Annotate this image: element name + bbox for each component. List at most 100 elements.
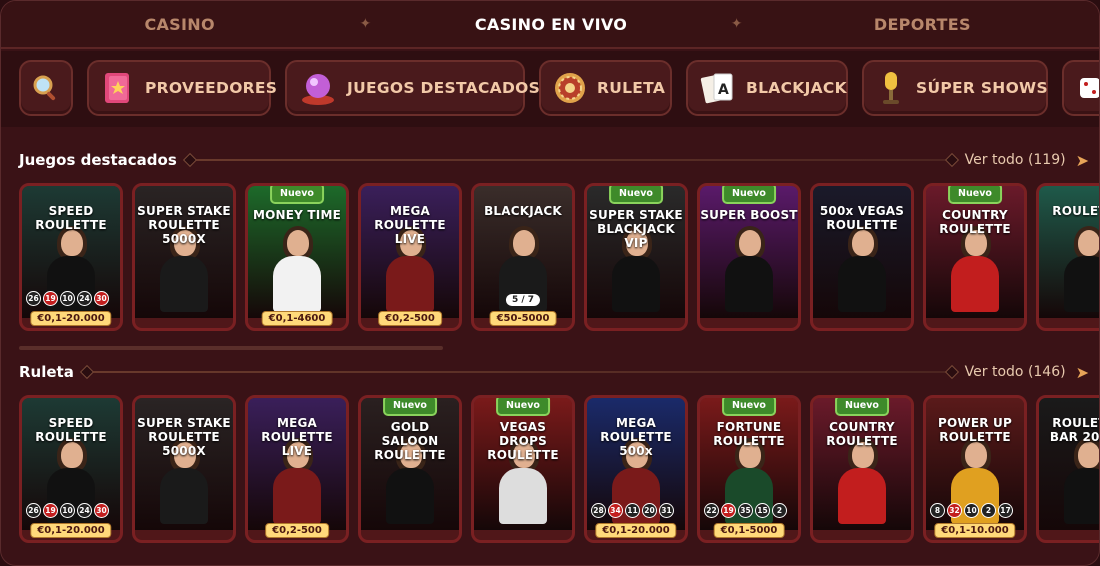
game-title: VEGAS DROPS ROULETTE bbox=[487, 420, 559, 462]
app-frame: CASINO ✦ CASINO EN VIVO ✦ DEPORTES PROVE… bbox=[0, 0, 1100, 566]
result-number: 10 bbox=[60, 291, 75, 306]
view-all-link[interactable]: Ver todo (119) bbox=[965, 152, 1066, 168]
bet-range: €0,1-10.000 bbox=[934, 523, 1016, 538]
tab-casino[interactable]: CASINO bbox=[1, 15, 358, 34]
category-ruleta[interactable]: RULETA bbox=[539, 60, 672, 116]
result-number: 24 bbox=[77, 291, 92, 306]
game-card[interactable]: BLACKJACK 5 / 7 €50-5000 bbox=[471, 183, 575, 331]
game-card[interactable]: 500x VEGAS ROULETTE bbox=[810, 183, 914, 331]
result-number: 8 bbox=[930, 503, 945, 518]
category-proveedores[interactable]: PROVEEDORES bbox=[87, 60, 277, 116]
category-super-shows[interactable]: SÚPER SHOWS bbox=[862, 60, 1048, 116]
new-badge: Nuevo bbox=[948, 186, 1002, 204]
game-title: ROULETTE BAR 2000X bbox=[1049, 416, 1100, 444]
result-number: 10 bbox=[964, 503, 979, 518]
game-title: GOLD SALOON ROULETTE bbox=[374, 420, 446, 462]
game-card[interactable]: SUPER STAKE ROULETTE 5000X bbox=[132, 183, 236, 331]
new-badge: Nuevo bbox=[722, 398, 776, 416]
result-number: 20 bbox=[642, 503, 657, 518]
category-juegos-destacados[interactable]: JUEGOS DESTACADOS bbox=[285, 60, 540, 116]
tab-deportes[interactable]: DEPORTES bbox=[744, 15, 1099, 34]
bet-range: €50-5000 bbox=[489, 311, 557, 326]
result-number: 34 bbox=[608, 503, 623, 518]
svg-text:A: A bbox=[718, 82, 729, 98]
scrollbar[interactable] bbox=[19, 346, 443, 350]
game-title: MEGA ROULETTE LIVE bbox=[261, 416, 333, 458]
result-number: 19 bbox=[721, 503, 736, 518]
section-divider bbox=[188, 159, 953, 161]
result-number: 26 bbox=[26, 503, 41, 518]
game-title: SPEED ROULETTE bbox=[35, 204, 107, 232]
bet-range: €0,2-500 bbox=[265, 523, 329, 538]
game-title: MEGA ROULETTE LIVE bbox=[374, 204, 446, 246]
new-badge: Nuevo bbox=[270, 186, 324, 204]
new-badge: Nuevo bbox=[722, 186, 776, 204]
new-badge: Nuevo bbox=[835, 398, 889, 416]
section-title: Juegos destacados bbox=[19, 151, 177, 169]
section-title: Ruleta bbox=[19, 363, 74, 381]
recent-results: 8 32 10 2 17 bbox=[930, 503, 1013, 518]
search-icon bbox=[31, 73, 61, 103]
game-title: POWER UP ROULETTE bbox=[938, 416, 1012, 444]
result-number: 26 bbox=[26, 291, 41, 306]
category-label: BLACKJACK bbox=[746, 79, 847, 97]
game-card[interactable]: MEGA ROULETTE LIVE €0,2-500 bbox=[245, 395, 349, 543]
game-card[interactable]: FORTUNE ROULETTE Nuevo 22 19 35 15 2 €0,1-5000 bbox=[697, 395, 801, 543]
game-card[interactable]: GOLD SALOON ROULETTE Nuevo bbox=[358, 395, 462, 543]
search-button[interactable] bbox=[19, 60, 73, 116]
dealer-image bbox=[947, 226, 1003, 312]
game-title: ROULETTE bbox=[1052, 204, 1099, 218]
result-number: 15 bbox=[755, 503, 770, 518]
game-title: BLACKJACK bbox=[484, 204, 562, 218]
game-card[interactable]: SUPER STAKE ROULETTE 5000X bbox=[132, 395, 236, 543]
roulette-wheel-icon bbox=[553, 71, 587, 105]
game-card[interactable]: MONEY TIME Nuevo €0,1-4600 bbox=[245, 183, 349, 331]
category-label: JUEGOS DESTACADOS bbox=[347, 79, 541, 97]
bet-range: €0,1-4600 bbox=[261, 311, 333, 326]
result-number: 31 bbox=[659, 503, 674, 518]
recent-results: 28 34 11 20 31 bbox=[591, 503, 674, 518]
game-card[interactable]: MEGA ROULETTE LIVE €0,2-500 bbox=[358, 183, 462, 331]
result-number: 30 bbox=[94, 291, 109, 306]
arrow-right-icon[interactable]: ➤ bbox=[1076, 363, 1089, 382]
bet-range: €0,1-20.000 bbox=[30, 311, 112, 326]
game-card[interactable]: VEGAS DROPS ROULETTE Nuevo bbox=[471, 395, 575, 543]
category-bar: PROVEEDORES JUEGOS DESTACADOS RULETA A B… bbox=[1, 51, 1099, 127]
game-title: SUPER BOOST bbox=[700, 208, 798, 222]
game-card[interactable]: COUNTRY ROULETTE Nuevo bbox=[923, 183, 1027, 331]
dealer-image bbox=[1060, 226, 1099, 312]
diamond-separator-icon: ✦ bbox=[730, 16, 743, 32]
game-card[interactable]: SUPER STAKE BLACKJACK VIP Nuevo bbox=[584, 183, 688, 331]
result-number: 19 bbox=[43, 503, 58, 518]
dealer-image bbox=[269, 226, 325, 312]
result-number: 11 bbox=[625, 503, 640, 518]
arrow-right-icon[interactable]: ➤ bbox=[1076, 151, 1089, 170]
game-title: MONEY TIME bbox=[252, 208, 342, 222]
game-card[interactable]: SPEED ROULETTE 26 19 10 24 30 €0,1-20.000 bbox=[19, 395, 123, 543]
game-card[interactable]: POWER UP ROULETTE 8 32 10 2 17 €0,1-10.000 bbox=[923, 395, 1027, 543]
result-number: 10 bbox=[60, 503, 75, 518]
result-number: 24 bbox=[77, 503, 92, 518]
category-more[interactable] bbox=[1062, 60, 1099, 116]
section-header-ruleta: Ruleta Ver todo (146) ➤ bbox=[19, 360, 1089, 384]
game-card[interactable]: ROULETTE BAR 2000X bbox=[1036, 395, 1100, 543]
crystal-ball-icon bbox=[299, 70, 337, 106]
recent-results: 22 19 35 15 2 bbox=[704, 503, 787, 518]
category-label: SÚPER SHOWS bbox=[916, 79, 1048, 97]
view-all-link[interactable]: Ver todo (146) bbox=[965, 364, 1066, 380]
game-card[interactable]: ROULETTE bbox=[1036, 183, 1099, 331]
section-divider bbox=[85, 371, 953, 373]
result-number: 32 bbox=[947, 503, 962, 518]
dealer-image bbox=[721, 226, 777, 312]
bet-range: €0,2-500 bbox=[378, 311, 442, 326]
tab-casino-en-vivo[interactable]: CASINO EN VIVO bbox=[372, 15, 729, 34]
game-card[interactable]: SPEED ROULETTE 26 19 10 24 30 €0,1-20.000 bbox=[19, 183, 123, 331]
category-label: RULETA bbox=[597, 79, 666, 97]
new-badge: Nuevo bbox=[609, 186, 663, 204]
top-nav: CASINO ✦ CASINO EN VIVO ✦ DEPORTES bbox=[1, 1, 1099, 49]
game-card[interactable]: SUPER BOOST Nuevo bbox=[697, 183, 801, 331]
category-blackjack[interactable]: A BLACKJACK bbox=[686, 60, 848, 116]
game-title: 500x VEGAS ROULETTE bbox=[819, 204, 905, 232]
game-card[interactable]: COUNTRY ROULETTE Nuevo bbox=[810, 395, 914, 543]
game-card[interactable]: MEGA ROULETTE 500x 28 34 11 20 31 €0,1-20.000 bbox=[584, 395, 688, 543]
